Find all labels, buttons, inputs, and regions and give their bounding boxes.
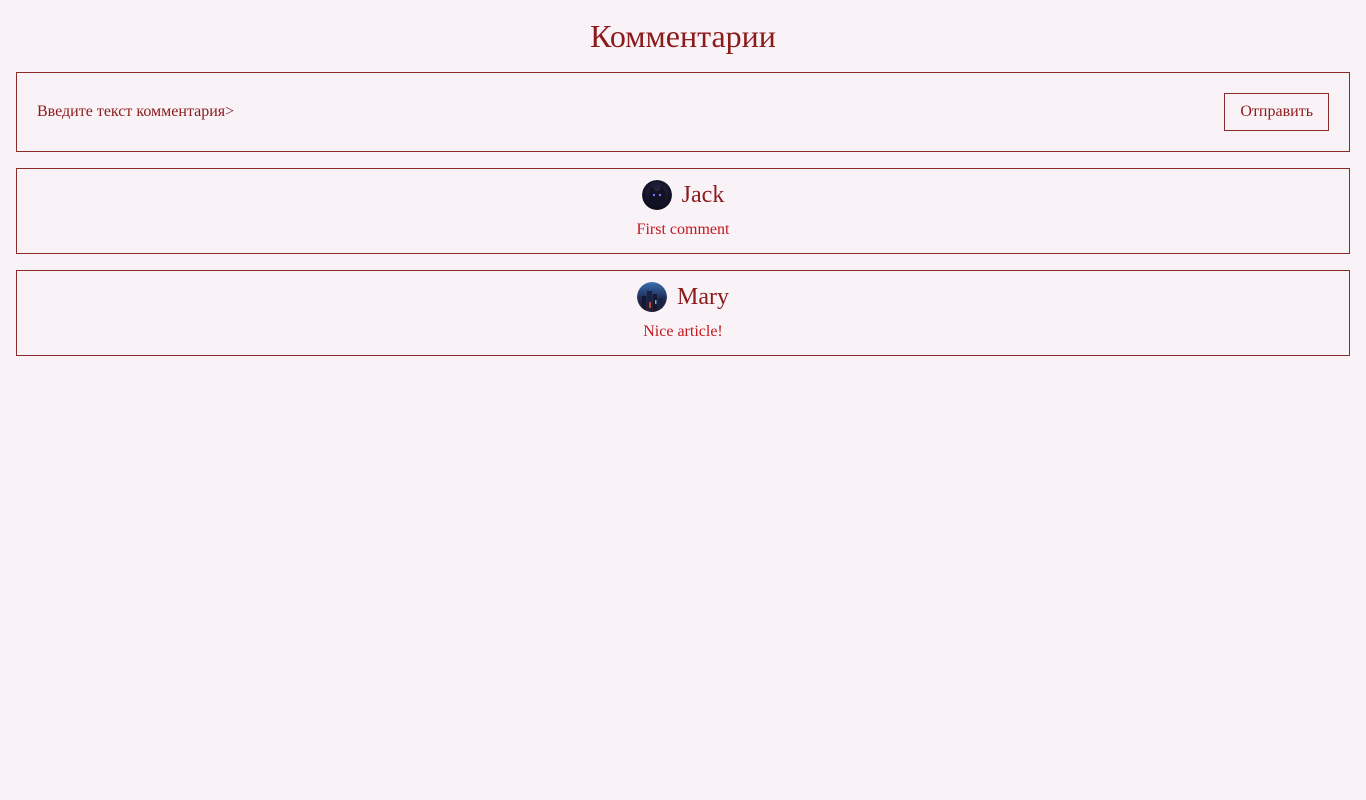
comment-card: Jack First comment: [16, 168, 1350, 254]
comment-text: Nice article!: [643, 323, 723, 340]
page-title: Комментарии: [590, 18, 776, 54]
page: Комментарии Отправить: [0, 0, 1366, 800]
author-name: Jack: [681, 182, 725, 208]
comment-author: Mary: [637, 282, 729, 312]
comment-input[interactable]: [37, 93, 1225, 131]
comment-form: Отправить: [16, 72, 1350, 152]
comment-text: First comment: [636, 221, 730, 238]
avatar-icon: [637, 282, 667, 312]
avatar-icon: [641, 180, 672, 210]
author-name: Mary: [677, 284, 729, 310]
send-button[interactable]: Отправить: [1224, 93, 1329, 131]
comment-card: Mary Nice article!: [16, 270, 1350, 356]
comment-author: Jack: [641, 180, 725, 210]
